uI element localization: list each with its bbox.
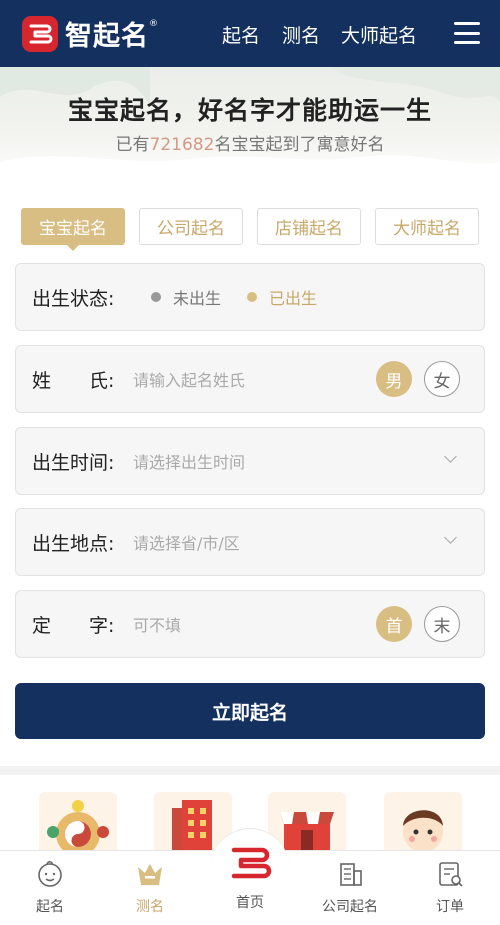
bottom-nav-home-label: 首页 (236, 895, 264, 911)
banner-subtitle: 已有721682名宝宝起到了寓意好名 (0, 130, 500, 155)
birth-time-select[interactable]: 请选择出生时间 (133, 449, 245, 473)
fixed-char-label: 定 字: (32, 614, 115, 637)
position-first-button[interactable]: 首 (376, 606, 412, 642)
top-bar: 智起名 ® 起名 测名 大师起名 (0, 0, 500, 67)
birth-place-label: 出生地点: (32, 532, 115, 555)
radio-born-label: 已出生 (269, 289, 318, 308)
radio-unborn-dot-icon (151, 292, 161, 302)
bottom-nav-orders-label: 订单 (436, 899, 464, 915)
logo[interactable]: 智起名 ® (22, 14, 158, 53)
submit-naming-button[interactable]: 立即起名 (15, 683, 485, 739)
surname-input[interactable]: 请输入起名姓氏 (133, 367, 245, 391)
bottom-nav-company-label: 公司起名 (322, 899, 378, 915)
chevron-down-icon (444, 450, 457, 463)
surname-label: 姓 氏: (32, 369, 115, 392)
tab-baby-naming[interactable]: 宝宝起名 (21, 208, 125, 245)
surname-row: 姓 氏: 请输入起名姓氏 男 女 (15, 345, 485, 413)
bottom-nav-name-test[interactable]: 测名 (100, 859, 200, 916)
logo-mark-icon (22, 15, 58, 52)
logo-text: 智起名 (65, 21, 149, 52)
logo-registered-mark: ® (149, 18, 158, 29)
named-baby-count: 721682 (149, 135, 215, 155)
birth-status-row: 出生状态: 未出生 已出生 (15, 263, 485, 331)
radio-unborn-label: 未出生 (173, 289, 222, 308)
bottom-nav-naming-label: 起名 (36, 899, 64, 915)
birth-place-row[interactable]: 出生地点: 请选择省/市/区 (15, 508, 485, 576)
position-last-button[interactable]: 末 (424, 606, 460, 642)
nav-master-naming[interactable]: 大师起名 (341, 21, 417, 48)
home-logo-icon[interactable] (228, 843, 272, 883)
banner-sub-suffix: 名宝宝起到了寓意好名 (214, 135, 385, 155)
building-icon (340, 863, 362, 886)
birth-place-select[interactable]: 请选择省/市/区 (133, 530, 240, 554)
nav-naming[interactable]: 起名 (222, 21, 260, 48)
fixed-char-row: 定 字: 可不填 首 末 (15, 590, 485, 658)
section-divider (0, 766, 500, 775)
bagua-icon (47, 800, 109, 850)
birth-time-row[interactable]: 出生时间: 请选择出生时间 (15, 427, 485, 495)
crown-icon (138, 864, 162, 885)
birth-status-label: 出生状态: (32, 287, 115, 310)
banner-headline: 宝宝起名，好名字才能助运一生 (67, 96, 432, 125)
active-tab-pointer (66, 244, 80, 251)
nav-name-test[interactable]: 测名 (282, 21, 320, 48)
order-search-icon (439, 862, 463, 887)
tab-company-naming[interactable]: 公司起名 (139, 208, 243, 245)
tab-master-naming[interactable]: 大师起名 (375, 208, 479, 245)
hero-banner: 宝宝起名，好名字才能助运一生 已有721682名宝宝起到了寓意好名 (0, 67, 500, 182)
birth-time-label: 出生时间: (32, 451, 115, 474)
radio-born[interactable]: 已出生 (247, 285, 317, 309)
baby-face-icon (38, 861, 62, 887)
radio-unborn[interactable]: 未出生 (151, 285, 221, 309)
fixed-char-input[interactable]: 可不填 (133, 612, 181, 636)
bottom-nav-name-test-label: 测名 (136, 899, 164, 915)
tab-shop-naming[interactable]: 店铺起名 (257, 208, 361, 245)
card-bazi[interactable] (39, 792, 117, 850)
banner-sub-prefix: 已有 (115, 135, 150, 155)
boy-avatar-icon (403, 810, 443, 850)
radio-born-dot-icon (247, 292, 257, 302)
bottom-nav-orders[interactable]: 订单 (400, 859, 500, 916)
gender-male-button[interactable]: 男 (376, 361, 412, 397)
gender-female-button[interactable]: 女 (424, 361, 460, 397)
bottom-nav-company-naming[interactable]: 公司起名 (300, 859, 400, 916)
hamburger-menu-icon[interactable] (454, 22, 480, 44)
bottom-nav-naming[interactable]: 起名 (0, 859, 100, 916)
card-master[interactable] (384, 792, 462, 850)
chevron-down-icon (444, 531, 457, 544)
